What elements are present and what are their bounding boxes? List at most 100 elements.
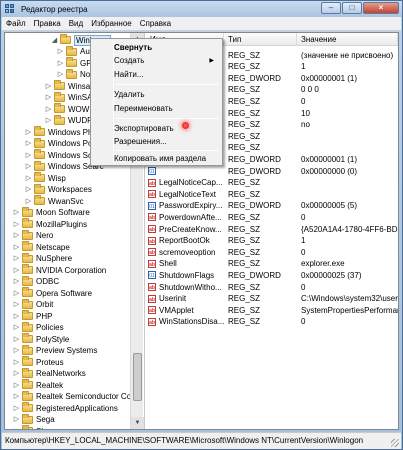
tree-item[interactable]: ▷ Moon Software	[13, 206, 90, 219]
table-row[interactable]: ab VMApplet REG_SZ SystemPropertiesPerforma…	[146, 304, 398, 316]
expand-arrow-icon[interactable]: ▷	[13, 405, 20, 412]
tree-item[interactable]: ▷ RegisteredApplications	[13, 402, 118, 414]
minimize-button[interactable]: –	[321, 2, 341, 14]
expand-arrow-icon[interactable]: ▷	[13, 278, 20, 285]
expand-arrow-icon[interactable]: ▷	[13, 244, 20, 251]
tree-item[interactable]: ▷ Windows Phot	[25, 126, 99, 138]
ctx-export[interactable]: Экспортировать	[110, 123, 220, 135]
menu-edit[interactable]: Правка	[30, 19, 65, 28]
tree-item[interactable]: ▷ MozillaPlugins	[13, 218, 87, 230]
expand-arrow-icon[interactable]: ▷	[45, 83, 52, 90]
maximize-button[interactable]: □	[342, 2, 362, 14]
expand-arrow-icon[interactable]: ▷	[13, 393, 20, 400]
table-row[interactable]: ab ShutdownWitho... REG_SZ 0	[146, 281, 398, 293]
ctx-collapse[interactable]: Свернуть	[110, 42, 220, 54]
column-header-value[interactable]: Значение	[297, 33, 398, 45]
ctx-rename[interactable]: Переименовать	[110, 103, 220, 115]
tree-item[interactable]: ▷ Realtek	[13, 379, 63, 391]
ctx-delete[interactable]: Удалить	[110, 89, 220, 101]
table-row[interactable]: ab Userinit REG_SZ C:\Windows\system32\user…	[146, 293, 398, 305]
expand-arrow-icon[interactable]: ▷	[45, 94, 52, 101]
tree-item[interactable]: ▷ Preview Systems	[13, 344, 97, 357]
expand-arrow-icon[interactable]: ▷	[13, 324, 20, 331]
expand-arrow-icon[interactable]: ▷	[25, 163, 32, 170]
tree-item[interactable]: ▷ PolyStyle	[13, 333, 69, 345]
scroll-down-arrow-icon[interactable]: ▼	[131, 417, 144, 429]
menu-help[interactable]: Справка	[136, 19, 175, 28]
tree-item[interactable]: ▷ Not	[57, 68, 92, 81]
tree-item[interactable]: ▷ Aut	[57, 45, 92, 58]
table-row[interactable]: ab ReportBootOk REG_SZ 1	[146, 235, 398, 247]
expand-arrow-icon[interactable]: ▷	[57, 48, 64, 55]
expand-arrow-icon[interactable]: ▷	[25, 175, 32, 182]
expand-arrow-icon[interactable]: ▷	[25, 152, 32, 159]
tree-item[interactable]: ▷ Realtek Semiconductor Corp.	[13, 390, 141, 403]
tree-item[interactable]: ▷ Orbit	[13, 298, 53, 311]
column-header-type[interactable]: Тип	[224, 33, 297, 45]
tree-item[interactable]: ▷ ODBC	[13, 275, 59, 288]
table-row[interactable]: ab scremoveoption REG_SZ 0	[146, 246, 398, 258]
close-button[interactable]: ×	[363, 2, 399, 14]
table-row[interactable]: ab WinStationsDisa... REG_SZ 0	[146, 316, 398, 328]
expand-arrow-icon[interactable]: ▷	[13, 359, 20, 366]
expand-arrow-icon[interactable]: ▷	[25, 140, 32, 147]
expand-arrow-icon[interactable]: ▷	[13, 301, 20, 308]
table-row[interactable]: ab Shell REG_SZ explorer.exe	[146, 258, 398, 270]
title-bar[interactable]: Редактор реестра – □ ×	[1, 1, 402, 17]
expand-arrow-icon[interactable]: ▷	[13, 267, 20, 274]
expand-arrow-icon[interactable]: ▷	[45, 117, 52, 124]
menu-file[interactable]: Файл	[2, 19, 30, 28]
tree-item[interactable]: ▷ WinSAT	[45, 91, 97, 104]
expand-arrow-icon[interactable]: ▷	[13, 336, 20, 343]
table-row[interactable]: ab LegalNoticeCap... REG_SZ	[146, 177, 398, 189]
menu-favorites[interactable]: Избранное	[87, 19, 136, 28]
table-row[interactable]: 01 REG_DWORD 0x00000000 (0)	[146, 165, 398, 177]
expand-arrow-icon[interactable]: ▷	[13, 347, 20, 354]
expand-arrow-icon[interactable]: ▷	[45, 106, 52, 113]
tree-item[interactable]: ▷ Opera Software	[13, 287, 92, 299]
expand-arrow-icon[interactable]: ▷	[13, 255, 20, 262]
tree-item[interactable]: ▷ NuSphere	[13, 252, 72, 265]
ctx-find[interactable]: Найти...	[110, 69, 220, 81]
expand-arrow-icon[interactable]: ▷	[13, 221, 20, 228]
expand-arrow-icon[interactable]: ▷	[13, 382, 20, 389]
expand-arrow-icon[interactable]: ▷	[57, 60, 64, 67]
tree-item[interactable]: ▷ Proteus	[13, 356, 64, 368]
ctx-copy-key-name[interactable]: Копировать имя раздела	[110, 153, 220, 165]
ctx-permissions[interactable]: Разрешения...	[110, 136, 220, 148]
expand-arrow-icon[interactable]: ▷	[25, 129, 32, 136]
expand-arrow-icon[interactable]: ▷	[13, 232, 20, 239]
tree-item[interactable]: ▷ Winsat	[45, 80, 92, 92]
expand-arrow-icon[interactable]: ▷	[13, 416, 20, 423]
tree-item[interactable]: ▷ Wisp	[25, 172, 66, 184]
tree-item[interactable]: ▷ Sega	[13, 413, 55, 426]
expand-arrow-icon[interactable]: ▷	[57, 71, 64, 78]
tree-item[interactable]: ▷ Skype	[13, 425, 58, 429]
expand-arrow-icon[interactable]: ▷	[13, 209, 20, 216]
tree-item[interactable]: ▷ Policies	[13, 321, 64, 334]
expand-arrow-icon[interactable]: ▷	[13, 290, 20, 297]
table-row[interactable]: 01 ShutdownFlags REG_DWORD 0x00000025 (37)	[146, 269, 398, 281]
resize-grip-icon[interactable]	[391, 439, 399, 447]
tree-item[interactable]: ▷ WwanSvc	[25, 195, 84, 207]
table-row[interactable]: ab PreCreateKnow... REG_SZ {A520A1A4-1780-4…	[146, 223, 398, 235]
expand-arrow-icon[interactable]: ▷	[13, 428, 20, 430]
scrollbar-thumb[interactable]	[133, 353, 142, 401]
tree-item[interactable]: ▷ WOW	[45, 103, 89, 115]
ctx-create[interactable]: Создать ▶	[110, 55, 220, 67]
expand-arrow-icon[interactable]: ▷	[25, 198, 32, 205]
expand-arrow-icon[interactable]: ▷	[13, 370, 20, 377]
tree-item[interactable]: ▷ Workspaces	[25, 183, 92, 196]
expand-arrow-icon[interactable]: ◢	[51, 37, 58, 44]
expand-arrow-icon[interactable]: ▷	[13, 313, 20, 320]
tree-item[interactable]: ▷ WUDF	[45, 114, 92, 127]
table-row[interactable]: ab PowerdownAfte... REG_SZ 0	[146, 211, 398, 223]
table-row[interactable]: ab LegalNoticeText REG_SZ	[146, 188, 398, 200]
table-row[interactable]: 01 PasswordExpiry... REG_DWORD 0x00000005 (…	[146, 200, 398, 212]
menu-view[interactable]: Вид	[65, 19, 87, 28]
tree-item[interactable]: ▷ Netscape	[13, 241, 70, 253]
tree-item[interactable]: ▷ PHP	[13, 310, 52, 322]
tree-item[interactable]: ▷ RealNetworks	[13, 367, 86, 380]
expand-arrow-icon[interactable]: ▷	[25, 186, 32, 193]
tree-item[interactable]: ▷ NVIDIA Corporation	[13, 264, 106, 276]
